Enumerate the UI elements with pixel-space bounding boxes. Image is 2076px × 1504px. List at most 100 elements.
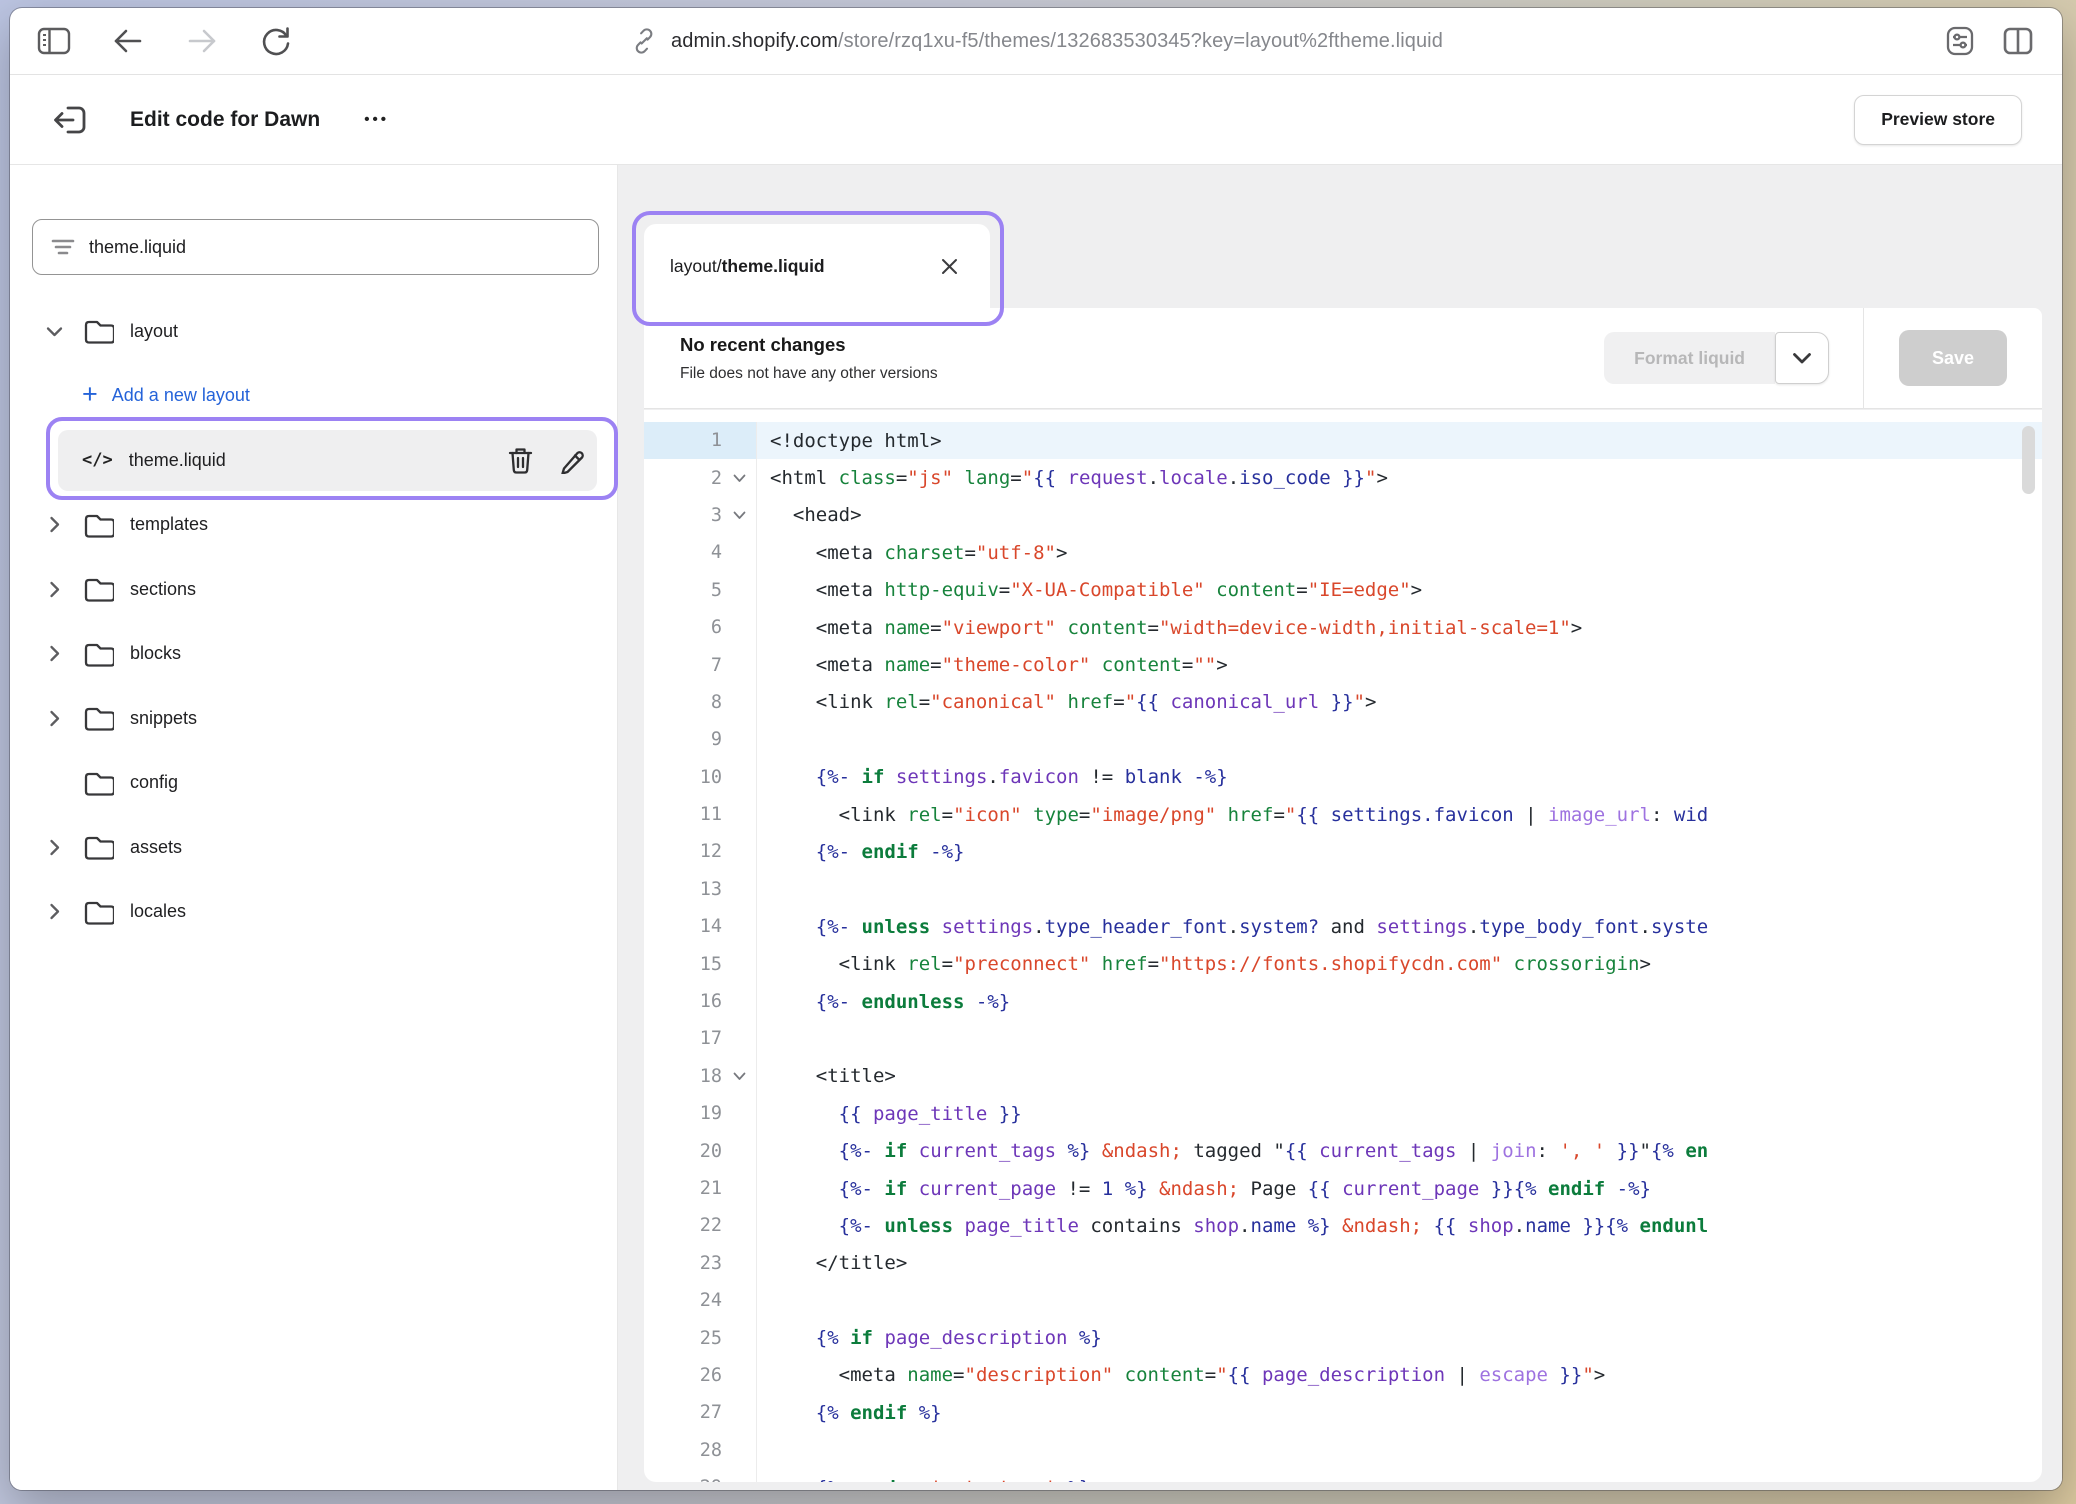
code-line-23[interactable]: 23 </title> [644, 1245, 2042, 1282]
page-settings-icon[interactable] [1940, 21, 1980, 61]
gutter: 5 [644, 572, 757, 609]
gutter: 11 [644, 796, 757, 833]
code-line-25[interactable]: 25 {% if page_description %} [644, 1319, 2042, 1356]
chevron-down-icon[interactable] [44, 326, 64, 337]
line-number: 10 [644, 767, 722, 788]
split-view-icon[interactable] [1998, 21, 2038, 61]
chevron-right-icon[interactable] [44, 903, 64, 920]
code-line-17[interactable]: 17 [644, 1020, 2042, 1057]
file-label: theme.liquid [129, 450, 226, 471]
file-filter-box[interactable] [32, 219, 599, 275]
code-line-15[interactable]: 15 <link rel="preconnect" href="https://… [644, 945, 2042, 982]
sidebar-folder-assets[interactable]: assets [10, 815, 617, 880]
code-line-5[interactable]: 5 <meta http-equiv="X-UA-Compatible" con… [644, 572, 2042, 609]
line-number: 23 [644, 1253, 722, 1274]
folder-icon [82, 317, 114, 345]
close-tab-icon[interactable] [934, 251, 964, 281]
code-line-28[interactable]: 28 [644, 1432, 2042, 1469]
line-number: 2 [644, 468, 722, 489]
sidebar-folder-config[interactable]: config [10, 751, 617, 816]
code-text: {%- endunless -%} [757, 991, 1010, 1013]
gutter: 13 [644, 871, 757, 908]
code-line-26[interactable]: 26 <meta name="description" content="{{ … [644, 1357, 2042, 1394]
folder-label: assets [130, 837, 182, 858]
code-text: <meta name="description" content="{{ pag… [757, 1364, 1605, 1386]
code-line-16[interactable]: 16 {%- endunless -%} [644, 983, 2042, 1020]
sidebar-folder-locales[interactable]: locales [10, 880, 617, 945]
file-filter-input[interactable] [89, 237, 580, 258]
save-button[interactable]: Save [1899, 330, 2007, 386]
sidebar-folder-blocks[interactable]: blocks [10, 622, 617, 687]
code-line-20[interactable]: 20 {%- if current_tags %} &ndash; tagged… [644, 1132, 2042, 1169]
code-line-4[interactable]: 4 <meta charset="utf-8"> [644, 534, 2042, 571]
code-text: {%- if current_tags %} &ndash; tagged "{… [757, 1140, 1708, 1162]
code-line-12[interactable]: 12 {%- endif -%} [644, 833, 2042, 870]
code-text: {%- endif -%} [757, 841, 965, 863]
browser-sidebar-toggle-icon[interactable] [34, 21, 74, 61]
code-text: <!doctype html> [757, 430, 942, 452]
format-options-dropdown[interactable] [1775, 332, 1829, 384]
fold-toggle-icon[interactable] [722, 511, 756, 520]
gutter: 2 [644, 459, 757, 496]
reload-icon[interactable] [256, 21, 296, 61]
fold-toggle-icon[interactable] [722, 474, 756, 483]
chevron-right-icon[interactable] [44, 581, 64, 598]
code-line-29[interactable]: 29 {% render 'meta-tags' %} [644, 1469, 2042, 1482]
more-actions-button[interactable]: ••• [364, 111, 389, 128]
fold-toggle-icon[interactable] [722, 1072, 756, 1081]
code-text: <meta charset="utf-8"> [757, 542, 1067, 564]
folder-label: templates [130, 514, 208, 535]
delete-file-icon[interactable] [505, 445, 535, 475]
add-new-layout-button[interactable]: +Add a new layout [10, 364, 617, 429]
code-line-21[interactable]: 21 {%- if current_page != 1 %} &ndash; P… [644, 1170, 2042, 1207]
sidebar-item-theme-liquid[interactable]: </>theme.liquid [10, 428, 617, 493]
code-line-10[interactable]: 10 {%- if settings.favicon != blank -%} [644, 759, 2042, 796]
code-line-6[interactable]: 6 <meta name="viewport" content="width=d… [644, 609, 2042, 646]
gutter: 9 [644, 721, 757, 758]
format-liquid-button-group: Format liquid [1604, 332, 1829, 384]
file-tree: layout+Add a new layout</>theme.liquid te… [10, 299, 617, 944]
preview-store-button[interactable]: Preview store [1854, 95, 2022, 145]
sidebar-folder-sections[interactable]: sections [10, 557, 617, 622]
code-line-24[interactable]: 24 [644, 1282, 2042, 1319]
editor-toolbar: No recent changes File does not have any… [644, 308, 2042, 409]
sidebar-folder-templates[interactable]: templates [10, 493, 617, 558]
forward-icon[interactable] [182, 21, 222, 61]
chevron-right-icon[interactable] [44, 645, 64, 662]
sidebar-folder-layout[interactable]: layout [10, 299, 617, 364]
sidebar-folder-snippets[interactable]: snippets [10, 686, 617, 751]
code-line-14[interactable]: 14 {%- unless settings.type_header_font.… [644, 908, 2042, 945]
code-line-3[interactable]: 3 <head> [644, 497, 2042, 534]
format-liquid-button[interactable]: Format liquid [1604, 332, 1775, 384]
editor-tab-bar: layout/theme.liquid [618, 165, 2062, 308]
exit-editor-icon[interactable] [50, 100, 90, 140]
app-header: Edit code for Dawn ••• Preview store [10, 75, 2062, 165]
folder-icon [82, 511, 114, 539]
chevron-right-icon[interactable] [44, 839, 64, 856]
code-area[interactable]: 1<!doctype html>2<html class="js" lang="… [644, 410, 2042, 1482]
gutter: 15 [644, 945, 757, 982]
code-line-11[interactable]: 11 <link rel="icon" type="image/png" hre… [644, 796, 2042, 833]
code-line-9[interactable]: 9 [644, 721, 2042, 758]
gutter: 23 [644, 1245, 757, 1282]
code-line-8[interactable]: 8 <link rel="canonical" href="{{ canonic… [644, 684, 2042, 721]
code-line-22[interactable]: 22 {%- unless page_title contains shop.n… [644, 1207, 2042, 1244]
code-line-18[interactable]: 18 <title> [644, 1058, 2042, 1095]
code-line-13[interactable]: 13 [644, 871, 2042, 908]
gutter: 6 [644, 609, 757, 646]
code-line-2[interactable]: 2<html class="js" lang="{{ request.local… [644, 459, 2042, 496]
back-icon[interactable] [108, 21, 148, 61]
chevron-right-icon[interactable] [44, 516, 64, 533]
code-line-27[interactable]: 27 {% endif %} [644, 1394, 2042, 1431]
tab-theme-liquid[interactable]: layout/theme.liquid [644, 224, 990, 308]
code-scrollbar[interactable] [2022, 426, 2035, 494]
line-number: 28 [644, 1440, 722, 1461]
code-line-19[interactable]: 19 {{ page_title }} [644, 1095, 2042, 1132]
rename-file-icon[interactable] [557, 445, 587, 475]
address-bar[interactable]: admin.shopify.com/store/rzq1xu-f5/themes… [629, 8, 1443, 74]
changes-heading: No recent changes [680, 334, 938, 356]
code-line-7[interactable]: 7 <meta name="theme-color" content=""> [644, 646, 2042, 683]
code-line-1[interactable]: 1<!doctype html> [644, 422, 2042, 459]
chevron-right-icon[interactable] [44, 710, 64, 727]
gutter: 18 [644, 1058, 757, 1095]
